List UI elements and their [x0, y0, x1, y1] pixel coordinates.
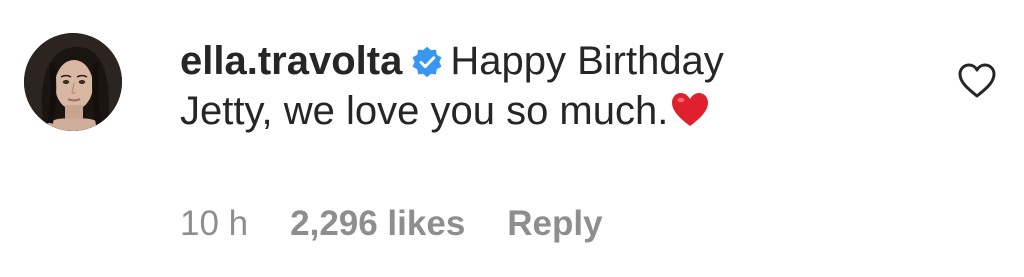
verified-badge-icon	[412, 46, 442, 78]
reply-button[interactable]: Reply	[507, 202, 602, 246]
comment-body: ella.travolta Happy Birthday Jetty, we l…	[180, 36, 880, 136]
comment-meta: 10 h 2,296 likes Reply	[180, 202, 603, 246]
avatar-photo	[24, 33, 122, 131]
comment-text-line1: Happy Birthday	[450, 39, 724, 83]
timestamp[interactable]: 10 h	[180, 202, 248, 246]
likes-count-button[interactable]: 2,296 likes	[290, 202, 465, 246]
username-link[interactable]: ella.travolta	[180, 39, 402, 83]
heart-outline-icon[interactable]	[956, 60, 998, 100]
heart-emoji-icon	[672, 93, 709, 126]
comment-text-line2: Jetty, we love you so much.	[180, 89, 669, 133]
avatar[interactable]	[24, 33, 122, 131]
